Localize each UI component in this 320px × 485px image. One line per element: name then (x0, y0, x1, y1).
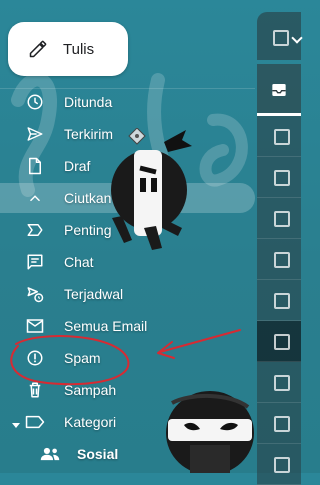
message-row[interactable] (257, 239, 301, 280)
row-checkbox[interactable] (274, 416, 290, 432)
sidebar-item-all-mail[interactable]: Semua Email (0, 311, 255, 341)
message-row[interactable] (257, 362, 301, 403)
ninja-illustration (166, 391, 254, 473)
send-icon (25, 125, 45, 143)
chevron-down-icon[interactable] (291, 32, 303, 44)
sidebar-item-spam[interactable]: Spam (0, 343, 255, 373)
sidebar-item-label: Spam (64, 350, 101, 366)
all-mail-icon (25, 317, 45, 335)
message-row[interactable] (257, 280, 301, 321)
row-checkbox[interactable] (274, 129, 290, 145)
message-row[interactable] (257, 444, 301, 485)
message-row[interactable] (257, 157, 301, 198)
row-checkbox[interactable] (274, 457, 290, 473)
message-rows (257, 116, 301, 485)
sidebar-item-label: Chat (64, 254, 94, 270)
message-list (257, 0, 303, 485)
message-row[interactable] (257, 321, 301, 362)
row-checkbox[interactable] (274, 334, 290, 350)
list-toolbar (257, 12, 303, 60)
people-icon (40, 445, 60, 463)
row-checkbox[interactable] (274, 252, 290, 268)
sidebar-item-label: Kategori (64, 414, 117, 430)
sidebar-item-label: Sosial (77, 446, 119, 462)
message-row[interactable] (257, 198, 301, 239)
sidebar-item-label: Ditunda (64, 94, 113, 110)
sidebar-item-label: Sampah (64, 382, 117, 398)
trash-icon (25, 381, 45, 399)
chevron-up-icon (25, 189, 45, 207)
important-icon (25, 221, 45, 239)
sidebar-item-scheduled[interactable]: Terjadwal (0, 279, 255, 309)
ninja-illustration (111, 128, 192, 250)
tab-primary[interactable] (257, 64, 301, 116)
compose-button[interactable]: Tulis (8, 22, 128, 76)
clock-icon (25, 93, 45, 111)
sidebar-item-label: Draf (64, 158, 91, 174)
scheduled-send-icon (25, 285, 45, 303)
sidebar-item-label: Terjadwal (64, 286, 124, 302)
inbox-icon (271, 82, 287, 103)
compose-label: Tulis (63, 40, 95, 58)
spam-icon (25, 349, 45, 367)
sidebar-item-label: Semua Email (64, 318, 148, 334)
row-checkbox[interactable] (274, 293, 290, 309)
draft-icon (25, 157, 45, 175)
message-row[interactable] (257, 403, 301, 444)
sidebar-item-snoozed[interactable]: Ditunda (0, 87, 255, 117)
chat-icon (25, 253, 45, 271)
row-checkbox[interactable] (274, 375, 290, 391)
message-row[interactable] (257, 116, 301, 157)
select-all-checkbox[interactable] (273, 30, 289, 46)
caret-down-icon[interactable] (11, 417, 21, 428)
label-icon (25, 413, 45, 431)
pencil-icon (27, 38, 49, 60)
row-checkbox[interactable] (274, 211, 290, 227)
row-checkbox[interactable] (274, 170, 290, 186)
